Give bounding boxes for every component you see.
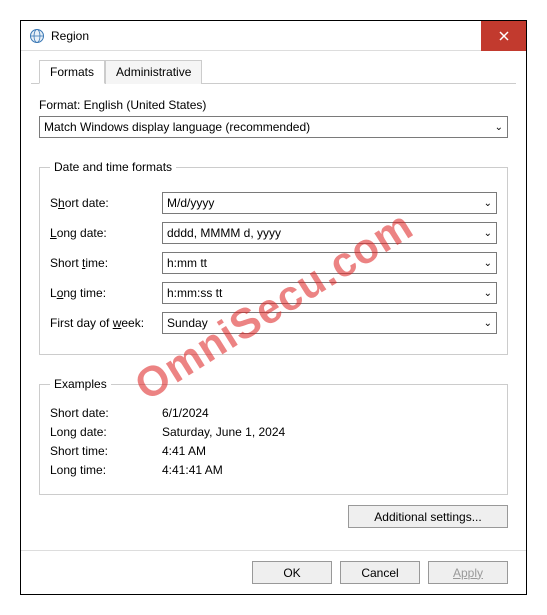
chevron-down-icon: ⌄ (484, 258, 492, 269)
short-date-row: Short date: M/d/yyyy⌄ (50, 192, 497, 214)
example-long-date: Long date:Saturday, June 1, 2024 (50, 425, 497, 439)
dialog-buttons: OK Cancel Apply (21, 550, 526, 594)
titlebar: Region (21, 21, 526, 51)
first-day-label: First day of week: (50, 316, 162, 330)
chevron-down-icon: ⌄ (484, 198, 492, 209)
long-time-row: Long time: h:mm:ss tt⌄ (50, 282, 497, 304)
ok-button[interactable]: OK (252, 561, 332, 584)
date-time-formats-legend: Date and time formats (50, 160, 176, 174)
example-long-time: Long time:4:41:41 AM (50, 463, 497, 477)
chevron-down-icon: ⌄ (495, 122, 503, 133)
format-combo[interactable]: Match Windows display language (recommen… (39, 116, 508, 138)
format-label: Format: English (United States) (39, 98, 508, 112)
first-day-combo[interactable]: Sunday⌄ (162, 312, 497, 334)
apply-button[interactable]: Apply (428, 561, 508, 584)
first-day-row: First day of week: Sunday⌄ (50, 312, 497, 334)
tab-administrative[interactable]: Administrative (105, 60, 202, 84)
examples-group: Examples Short date:6/1/2024 Long date:S… (39, 377, 508, 495)
cancel-button[interactable]: Cancel (340, 561, 420, 584)
chevron-down-icon: ⌄ (484, 228, 492, 239)
globe-icon (29, 28, 45, 44)
examples-legend: Examples (50, 377, 111, 391)
date-time-formats-group: Date and time formats Short date: M/d/yy… (39, 160, 508, 355)
short-time-row: Short time: h:mm tt⌄ (50, 252, 497, 274)
long-date-row: Long date: dddd, MMMM d, yyyy⌄ (50, 222, 497, 244)
example-short-time: Short time:4:41 AM (50, 444, 497, 458)
window-title: Region (51, 29, 481, 43)
tab-content: Format: English (United States) Match Wi… (21, 84, 526, 542)
additional-settings-row: Additional settings... (39, 495, 508, 532)
long-time-label: Long time: (50, 286, 162, 300)
short-date-combo[interactable]: M/d/yyyy⌄ (162, 192, 497, 214)
long-time-combo[interactable]: h:mm:ss tt⌄ (162, 282, 497, 304)
tab-formats[interactable]: Formats (39, 60, 105, 84)
chevron-down-icon: ⌄ (484, 318, 492, 329)
format-combo-value: Match Windows display language (recommen… (44, 120, 310, 134)
chevron-down-icon: ⌄ (484, 288, 492, 299)
region-dialog: Region Formats Administrative Format: En… (20, 20, 527, 595)
close-button[interactable] (481, 21, 526, 51)
additional-settings-button[interactable]: Additional settings... (348, 505, 508, 528)
long-date-label: Long date: (50, 226, 162, 240)
example-short-date: Short date:6/1/2024 (50, 406, 497, 420)
short-time-combo[interactable]: h:mm tt⌄ (162, 252, 497, 274)
short-date-label: Short date: (50, 196, 162, 210)
long-date-combo[interactable]: dddd, MMMM d, yyyy⌄ (162, 222, 497, 244)
short-time-label: Short time: (50, 256, 162, 270)
tabstrip: Formats Administrative (31, 51, 516, 84)
